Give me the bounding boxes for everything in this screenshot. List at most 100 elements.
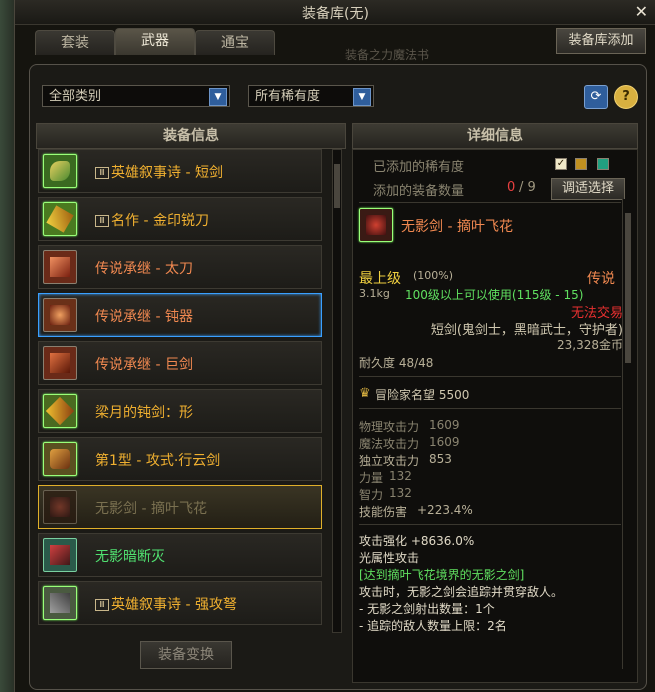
- list-item[interactable]: Ⅲ 英雄叙事诗 - 强攻弩: [38, 581, 322, 625]
- tab-suit[interactable]: 套装: [35, 30, 115, 55]
- adjust-selection-button[interactable]: 调适选择: [551, 178, 625, 200]
- equipment-window: 装备库(无) ✕ 套装 武器 通宝 装备之力魔法书 装备库添加 全部类别 ▼ 所…: [14, 0, 655, 692]
- desc-line: - 追踪的敌人数量上限：2名: [359, 619, 507, 633]
- list-item-label: Ⅲ 名作 - 金印锐刀: [95, 210, 209, 230]
- title-bar[interactable]: 装备库(无) ✕: [15, 0, 655, 25]
- list-item[interactable]: 第1型 - 攻式·行云剑: [38, 437, 322, 481]
- detail-header: 详细信息: [352, 123, 638, 149]
- desc-line: 攻击时，无影之剑会追踪并贯穿敌人。: [359, 585, 564, 599]
- list-item-label: Ⅲ 英雄叙事诗 - 短剑: [95, 162, 223, 182]
- stat-value: +223.4%: [417, 503, 473, 517]
- category-select[interactable]: 全部类别 ▼: [42, 85, 230, 107]
- stat-value: 1609: [429, 435, 460, 449]
- price: 23,328金币: [557, 338, 623, 352]
- close-icon[interactable]: ✕: [635, 2, 648, 21]
- stat-label: 独立攻击力: [359, 454, 420, 468]
- list-item-text: 传说承继 - 钝器: [95, 309, 193, 325]
- item-icon: [43, 538, 77, 572]
- stat-value: 1609: [429, 418, 460, 432]
- list-item-text: 梁月的钝剑：形: [95, 405, 193, 421]
- item-icon: [43, 202, 77, 236]
- scroll-thumb[interactable]: [625, 213, 631, 363]
- stat-label: 力量: [359, 471, 384, 485]
- divider: [359, 524, 621, 525]
- desc-line: - 无影之剑射出数量：1个: [359, 602, 495, 616]
- list-item[interactable]: Ⅲ 名作 - 金印锐刀: [38, 197, 322, 241]
- rarity-select-value: 所有稀有度: [255, 89, 321, 104]
- detail-panel: 已添加的稀有度 ✓ 添加的装备数量 0 / 9 调适选择 无影剑 - 摘叶飞花 …: [352, 149, 638, 683]
- tab-treasure[interactable]: 通宝: [195, 30, 275, 55]
- add-to-library-button[interactable]: 装备库添加: [556, 28, 646, 54]
- list-item-selected[interactable]: 传说承继 - 钝器: [38, 293, 322, 337]
- list-item-text: 传说承继 - 太刀: [95, 261, 193, 277]
- stat-label: 魔法攻击力: [359, 437, 420, 451]
- added-count: 0: [507, 180, 516, 195]
- list-item-text: 无影暗断灭: [95, 549, 165, 565]
- stat-value: 853: [429, 452, 452, 466]
- divider: [359, 376, 621, 377]
- stat-label: 智力: [359, 488, 384, 502]
- list-item[interactable]: 传说承继 - 巨剑: [38, 341, 322, 385]
- durability: 耐久度 48/48: [359, 356, 434, 370]
- list-item-text: 名作 - 金印锐刀: [111, 213, 209, 229]
- detail-item-name: 无影剑 - 摘叶飞花: [401, 219, 513, 235]
- list-item[interactable]: 无影暗断灭: [38, 533, 322, 577]
- list-item-highlighted[interactable]: 无影剑 - 摘叶飞花: [38, 485, 322, 529]
- item-icon: [43, 154, 77, 188]
- window-title: 装备库(无): [302, 6, 369, 22]
- stat-label: 物理攻击力: [359, 420, 420, 434]
- refresh-icon[interactable]: ⟳: [584, 85, 608, 109]
- attack-boost: 攻击强化 +8636.0%: [359, 534, 475, 548]
- convert-button[interactable]: 装备变换: [140, 641, 232, 669]
- item-icon: [43, 250, 77, 284]
- tier-badge: Ⅲ: [95, 167, 109, 179]
- item-icon: [43, 346, 77, 380]
- divider: [359, 408, 621, 409]
- list-scrollbar[interactable]: [332, 149, 342, 633]
- tier-badge: Ⅲ: [95, 599, 109, 611]
- detail-item-icon: [359, 208, 393, 242]
- main-panel: 全部类别 ▼ 所有稀有度 ▼ ⟳ ? 装备信息 详细信息 Ⅲ 英雄叙事诗 - 短剑…: [29, 64, 647, 690]
- list-item-label: Ⅲ 英雄叙事诗 - 强攻弩: [95, 594, 237, 614]
- list-item-text: 英雄叙事诗 - 短剑: [111, 165, 223, 181]
- element: 光属性攻击: [359, 551, 420, 565]
- tier-badge: Ⅲ: [95, 215, 109, 227]
- stat-label: 技能伤害: [359, 505, 408, 519]
- rarity-check-mythic[interactable]: [597, 158, 609, 170]
- level-label: 最上级: [359, 271, 401, 287]
- usable-level: 100级以上可以使用(115级 - 15): [405, 288, 584, 302]
- detail-scrollbar[interactable]: [622, 199, 633, 669]
- item-icon: [43, 586, 77, 620]
- list-item[interactable]: 传说承继 - 太刀: [38, 245, 322, 289]
- level-pct: (100%): [413, 269, 454, 282]
- added-rarity-label: 已添加的稀有度: [373, 160, 465, 175]
- list-header: 装备信息: [36, 123, 346, 149]
- set-title: [达到摘叶飞花境界的无影之剑]: [359, 568, 525, 582]
- equipment-list: Ⅲ 英雄叙事诗 - 短剑 Ⅲ 名作 - 金印锐刀 传说承继 - 太刀 传说承继 - …: [38, 149, 344, 633]
- chevron-down-icon[interactable]: ▼: [353, 88, 371, 106]
- list-item-text: 传说承继 - 巨剑: [95, 357, 193, 373]
- tab-weapon[interactable]: 武器: [115, 28, 195, 55]
- divider: [359, 202, 621, 203]
- fame: 冒险家名望 5500: [375, 388, 470, 402]
- rarity-check-legendary[interactable]: ✓: [555, 158, 567, 170]
- stat-value: 132: [389, 486, 412, 500]
- scroll-thumb[interactable]: [334, 164, 340, 208]
- rarity-check-epic[interactable]: [575, 158, 587, 170]
- list-item-text: 第1型 - 攻式·行云剑: [95, 453, 221, 469]
- list-item[interactable]: 梁月的钝剑：形: [38, 389, 322, 433]
- help-icon[interactable]: ?: [614, 85, 638, 109]
- fame-icon: ♛: [359, 386, 371, 401]
- item-icon: [43, 298, 77, 332]
- ghost-text: 装备之力魔法书: [345, 48, 430, 62]
- list-item[interactable]: Ⅲ 英雄叙事诗 - 短剑: [38, 149, 322, 193]
- item-icon: [43, 490, 77, 524]
- list-item-text: 英雄叙事诗 - 强攻弩: [111, 597, 237, 613]
- rarity-select[interactable]: 所有稀有度 ▼: [248, 85, 374, 107]
- chevron-down-icon[interactable]: ▼: [209, 88, 227, 106]
- item-icon: [43, 442, 77, 476]
- added-count-label: 添加的装备数量: [373, 184, 465, 199]
- added-total: / 9: [519, 180, 536, 195]
- weight: 3.1kg: [359, 287, 390, 300]
- list-item-text: 无影剑 - 摘叶飞花: [95, 501, 207, 517]
